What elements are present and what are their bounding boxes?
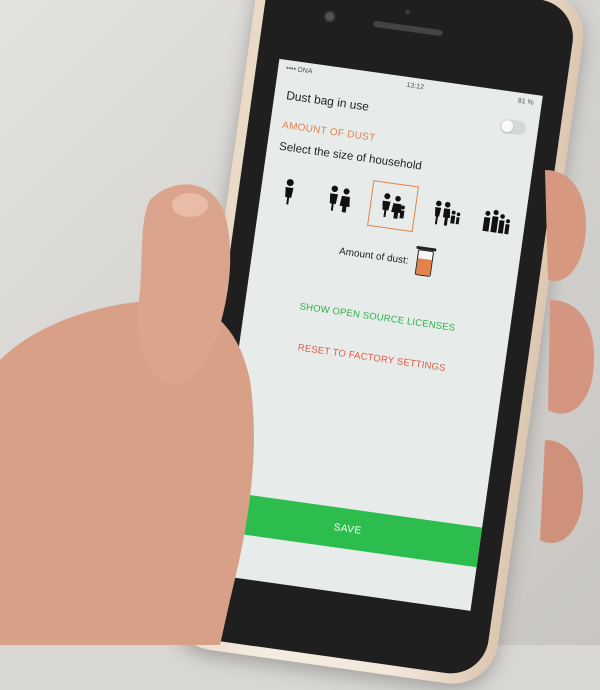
finger-3 <box>540 440 584 543</box>
thumbnail <box>172 193 208 217</box>
finger-1 <box>545 170 586 281</box>
hand <box>0 170 595 645</box>
finger-2 <box>548 300 595 414</box>
palm <box>0 300 254 645</box>
